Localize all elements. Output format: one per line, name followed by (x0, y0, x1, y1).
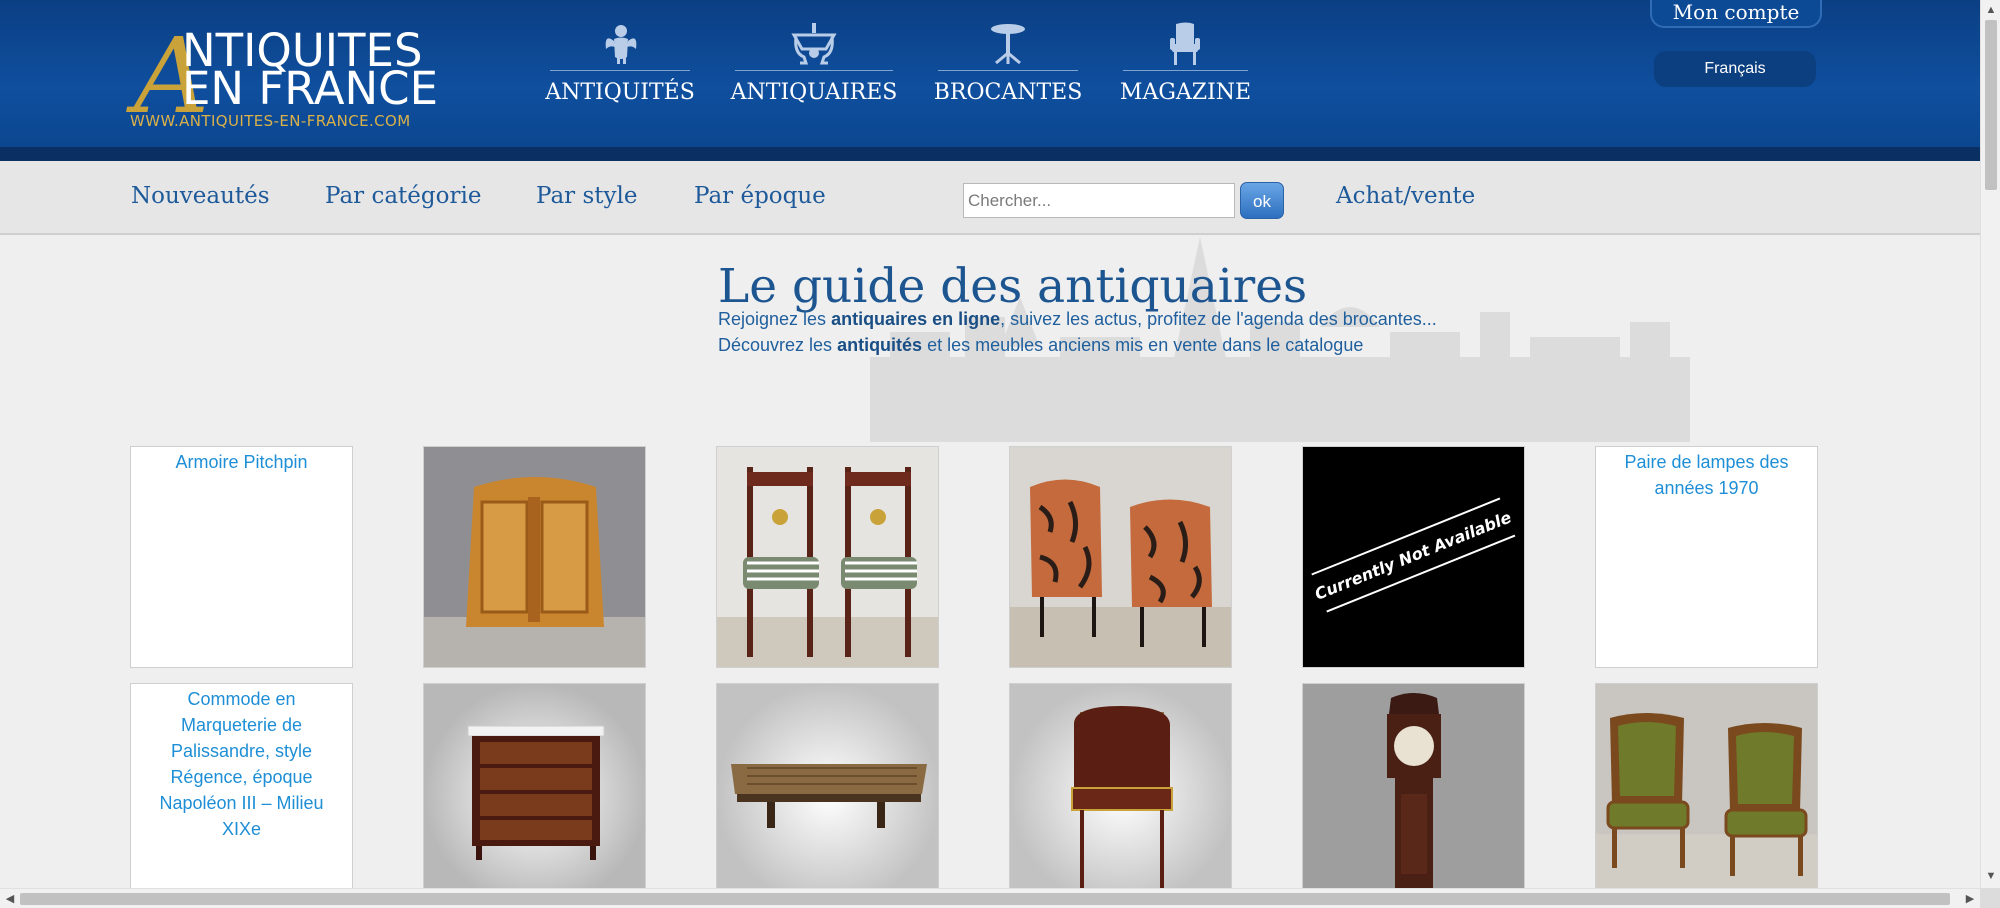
subnav-par-style[interactable]: Par style (536, 183, 637, 209)
account-button[interactable]: Mon compte (1650, 0, 1822, 28)
product-tile[interactable] (423, 683, 646, 888)
product-tile[interactable]: Paire de lampes des années 1970 (1595, 446, 1818, 668)
nav-label: BROCANTES (933, 80, 1083, 105)
product-tile[interactable] (1009, 683, 1232, 888)
scroll-right-arrow-icon[interactable]: ▶ (1960, 889, 1980, 908)
pine-armoire-image (424, 447, 645, 667)
broken-image-alt[interactable]: Armoire Pitchpin (131, 447, 352, 477)
product-tile[interactable]: Commode en Marqueterie de Palissandre, s… (130, 683, 353, 888)
main-content: Le guide des antiquaires Rejoignez les a… (0, 237, 1980, 888)
tiger-armchairs-image (1010, 447, 1231, 667)
search-input[interactable] (963, 183, 1235, 218)
nav-antiquites[interactable]: ANTIQUITÉS (545, 22, 695, 112)
nav-label: ANTIQUITÉS (545, 80, 695, 105)
armchair-icon (1161, 22, 1211, 66)
nav-magazine[interactable]: MAGAZINE (1119, 22, 1252, 112)
broken-image-alt[interactable]: Commode en Marqueterie de Palissandre, s… (131, 684, 352, 844)
intro-link-antiquaires[interactable]: antiquaires en ligne (831, 309, 1000, 329)
page-title: Le guide des antiquaires (718, 259, 1308, 314)
cherub-icon (595, 22, 645, 66)
pedestal-table-icon (983, 22, 1033, 66)
marble-commode-image (424, 684, 645, 888)
product-tile[interactable] (716, 683, 939, 888)
product-tile[interactable] (1009, 446, 1232, 668)
intro-line-1: Rejoignez les antiquaires en ligne, suiv… (718, 309, 1437, 329)
chandelier-icon (789, 22, 839, 66)
longcase-clock-image (1303, 684, 1524, 888)
subnav-par-epoque[interactable]: Par époque (694, 183, 826, 209)
product-tile[interactable] (423, 446, 646, 668)
site-header: A NTIQUITES EN FRANCE WWW.ANTIQUITES-EN-… (0, 0, 1980, 147)
product-tile[interactable] (716, 446, 939, 668)
product-tile[interactable] (1302, 683, 1525, 888)
header-divider (0, 147, 1980, 161)
coffee-table-image (717, 684, 938, 888)
nav-brocantes[interactable]: BROCANTES (934, 22, 1082, 112)
nav-antiquaires[interactable]: ANTIQUAIRES (731, 22, 897, 112)
subnav-nouveautes[interactable]: Nouveautés (131, 183, 270, 209)
roll-top-desk-image (1010, 684, 1231, 888)
scroll-up-arrow-icon[interactable]: ▲ (1981, 0, 2000, 20)
logo-url: WWW.ANTIQUITES-EN-FRANCE.COM (130, 112, 411, 130)
main-nav: ANTIQUITÉS ANTIQUAIRES BROCANTES MAGAZIN… (545, 22, 1252, 112)
scrollbar-corner (1980, 888, 2000, 908)
horizontal-scroll-thumb[interactable] (20, 893, 1950, 905)
vertical-scrollbar[interactable]: ▲ ▼ (1980, 0, 2000, 888)
subnav-par-categorie[interactable]: Par catégorie (325, 183, 481, 209)
not-available-image: Currently Not Available (1303, 447, 1524, 667)
site-logo[interactable]: A NTIQUITES EN FRANCE WWW.ANTIQUITES-EN-… (130, 24, 440, 134)
striped-chairs-image (717, 447, 938, 667)
product-tile[interactable]: Currently Not Available (1302, 446, 1525, 668)
horizontal-scrollbar[interactable]: ◀ ▶ (0, 888, 1980, 908)
scroll-left-arrow-icon[interactable]: ◀ (0, 889, 20, 908)
intro-line-2: Découvrez les antiquités et les meubles … (718, 335, 1364, 355)
logo-line-2: EN FRANCE (182, 62, 439, 115)
nav-label: ANTIQUAIRES (730, 80, 898, 105)
product-tile[interactable] (1595, 683, 1818, 888)
scroll-down-arrow-icon[interactable]: ▼ (1981, 866, 2000, 886)
intro-link-antiquites[interactable]: antiquités (837, 335, 922, 355)
green-armchairs-image (1596, 684, 1817, 888)
vertical-scroll-thumb[interactable] (1985, 20, 1997, 190)
language-selector[interactable]: Français (1654, 51, 1816, 87)
product-grid: Armoire Pitchpin Currently Not Available… (130, 446, 1818, 888)
subnav-achat-vente[interactable]: Achat/vente (1336, 183, 1475, 209)
search-submit-button[interactable]: ok (1240, 182, 1284, 219)
broken-image-alt[interactable]: Paire de lampes des années 1970 (1596, 447, 1817, 503)
nav-label: MAGAZINE (1119, 80, 1252, 105)
product-tile[interactable]: Armoire Pitchpin (130, 446, 353, 668)
